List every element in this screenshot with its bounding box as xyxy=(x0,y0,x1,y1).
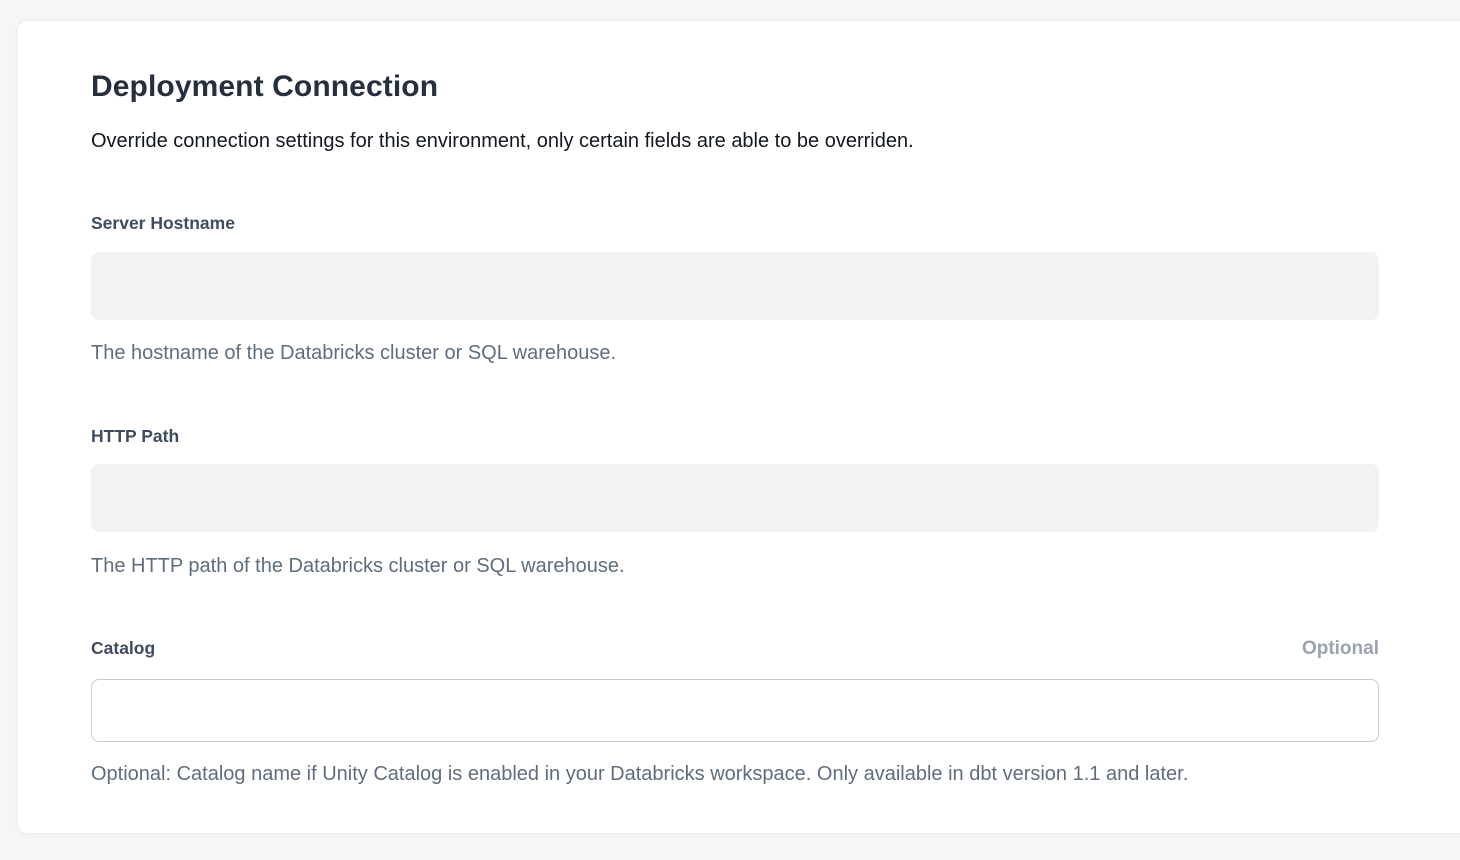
page-title: Deployment Connection xyxy=(91,71,1379,103)
http-path-label: HTTP Path xyxy=(91,425,1379,447)
catalog-label-row: Catalog Optional xyxy=(91,637,1379,660)
page-subtitle: Override connection settings for this en… xyxy=(91,129,1379,153)
catalog-label: Catalog xyxy=(91,637,155,659)
catalog-helper: Optional: Catalog name if Unity Catalog … xyxy=(91,763,1379,786)
http-path-helper: The HTTP path of the Databricks cluster … xyxy=(91,555,1379,578)
server-hostname-input[interactable] xyxy=(91,252,1379,320)
server-hostname-helper: The hostname of the Databricks cluster o… xyxy=(91,342,1379,365)
server-hostname-label: Server Hostname xyxy=(91,212,1379,234)
catalog-input[interactable] xyxy=(91,679,1379,742)
deployment-connection-card: Deployment Connection Override connectio… xyxy=(17,20,1460,834)
http-path-input[interactable] xyxy=(91,464,1379,532)
optional-badge: Optional xyxy=(1302,638,1379,660)
